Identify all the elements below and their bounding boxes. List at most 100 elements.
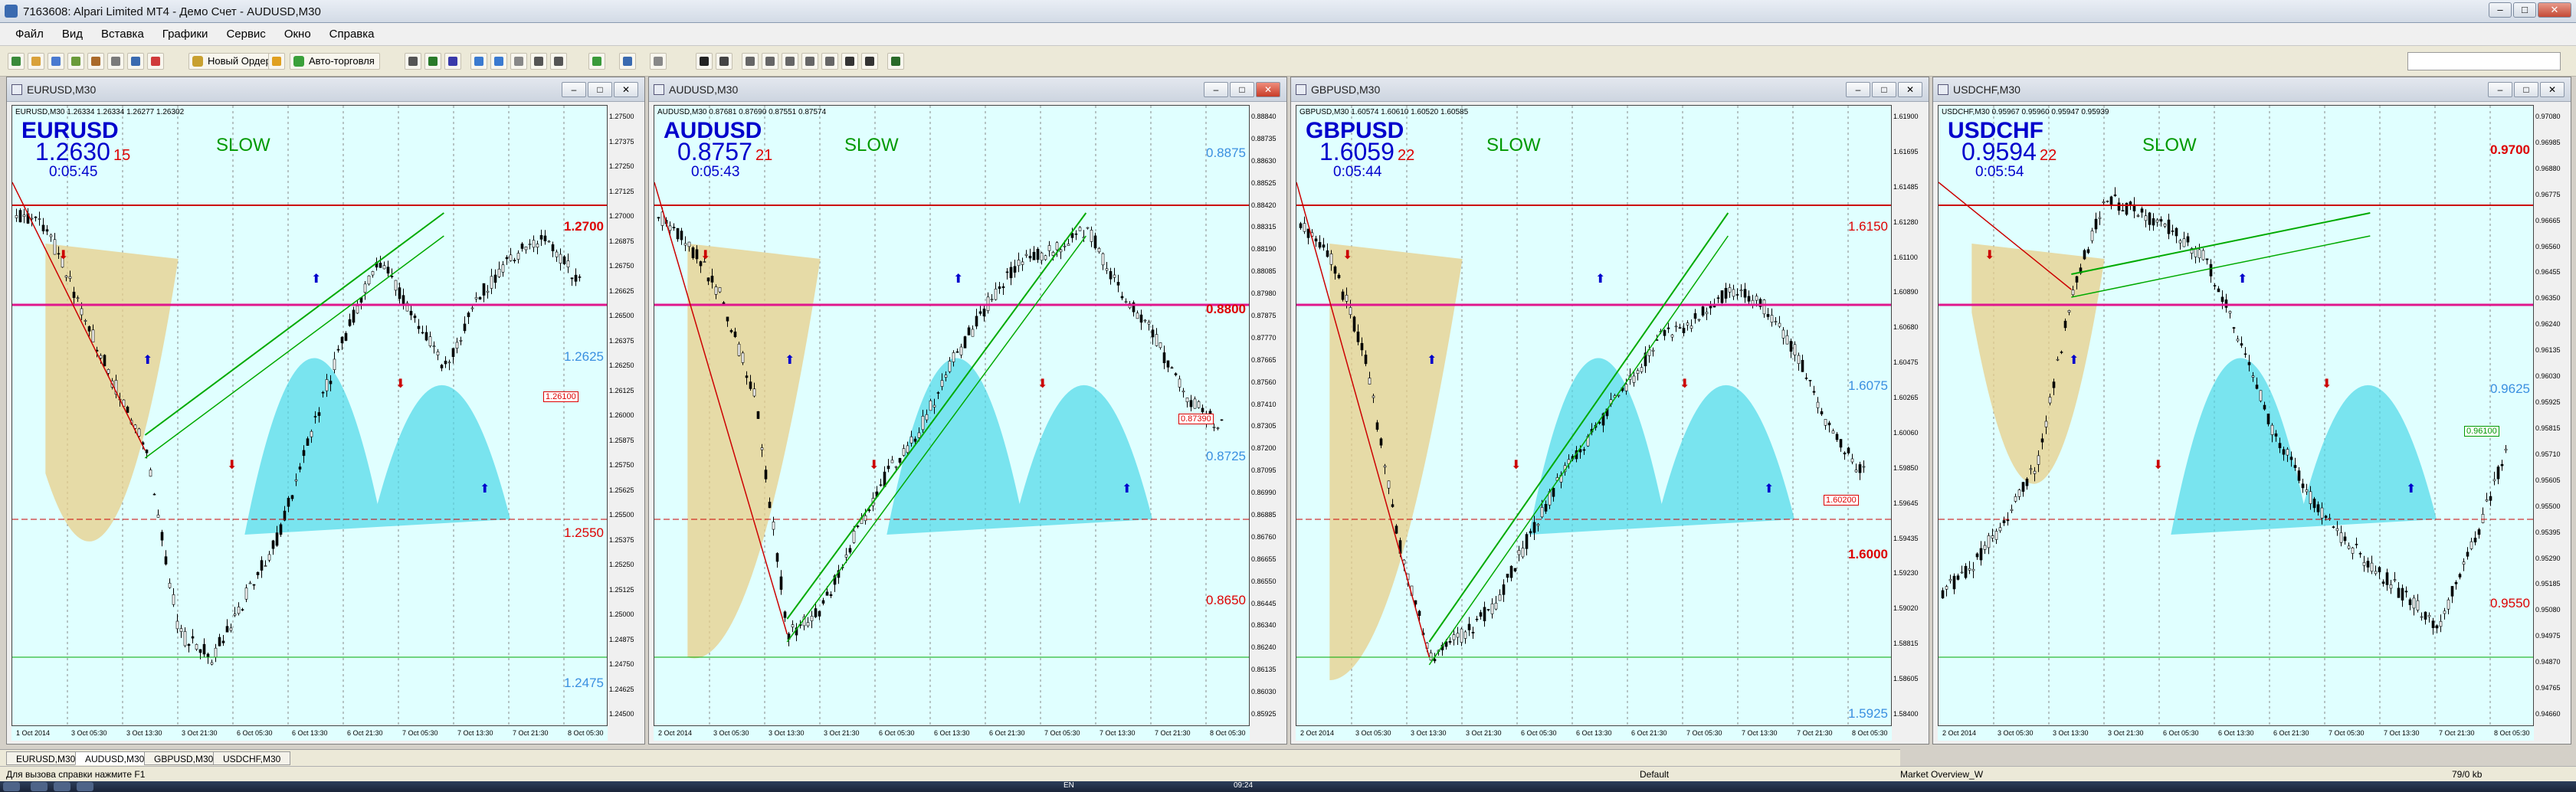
templates-icon[interactable] bbox=[650, 53, 667, 70]
candlestick bbox=[1375, 422, 1379, 430]
trendline-icon[interactable] bbox=[782, 53, 798, 70]
tab-audusd[interactable]: AUDUSD,M30 bbox=[75, 751, 155, 765]
maximize-button[interactable]: □ bbox=[588, 82, 612, 97]
candlestick bbox=[1101, 253, 1105, 266]
new-order-button[interactable]: Новый Ордер bbox=[188, 53, 277, 70]
tab-usdchf[interactable]: USDCHF,M30 bbox=[213, 751, 291, 765]
candlestick bbox=[1529, 531, 1532, 534]
close-button[interactable]: ✕ bbox=[614, 82, 638, 97]
menu-insert[interactable]: Вставка bbox=[92, 28, 153, 41]
maximize-button[interactable]: □ bbox=[2513, 2, 2536, 18]
zoom-in-icon[interactable] bbox=[470, 53, 487, 70]
fibonacci-icon[interactable] bbox=[821, 53, 838, 70]
candlestick bbox=[1624, 384, 1628, 391]
cursor-icon[interactable] bbox=[696, 53, 713, 70]
chart-shift-icon[interactable] bbox=[550, 53, 567, 70]
minimize-button[interactable]: – bbox=[2489, 2, 2512, 18]
chart-window-usdchf[interactable]: USDCHF,M30 – □ ✕ ⬇ ⬆ ⬇ ⬆ ⬇ ⬆ USDCHF,M30 0.959… bbox=[1932, 77, 2571, 745]
zoom-out-icon[interactable] bbox=[490, 53, 507, 70]
menu-file[interactable]: Файл bbox=[6, 28, 53, 41]
menu-tools[interactable]: Сервис bbox=[217, 28, 274, 41]
navigator-icon[interactable] bbox=[87, 53, 104, 70]
minimize-button[interactable]: – bbox=[1204, 82, 1228, 97]
indicators-icon[interactable] bbox=[588, 53, 605, 70]
search-input[interactable] bbox=[2407, 52, 2561, 70]
maximize-button[interactable]: □ bbox=[1872, 82, 1896, 97]
tile-windows-icon[interactable] bbox=[510, 53, 527, 70]
candlestick bbox=[1051, 252, 1055, 256]
profiles-icon[interactable] bbox=[28, 53, 44, 70]
taskbar-app[interactable] bbox=[77, 782, 93, 791]
close-button[interactable]: ✕ bbox=[2538, 2, 2571, 18]
price-tick: 0.94765 bbox=[2535, 684, 2561, 692]
candlestick bbox=[252, 584, 256, 586]
horizontal-line-icon[interactable] bbox=[762, 53, 778, 70]
time-axis: 1 Oct 2014 3 Oct 05:30 3 Oct 13:30 3 Oct 21… bbox=[11, 725, 608, 741]
menu-help[interactable]: Справка bbox=[320, 28, 384, 41]
candlestick bbox=[306, 438, 310, 446]
start-button[interactable] bbox=[3, 782, 20, 791]
chart-plot-area[interactable]: ⬇ ⬆ ⬇ ⬆ ⬇ ⬆ GBPUSD,M30 1.60574 1.60610 1.6052… bbox=[1296, 105, 1892, 741]
crosshair-icon[interactable] bbox=[716, 53, 732, 70]
chart-plot-area[interactable]: ⬇ ⬆ ⬇ ⬆ ⬇ ⬆ USDCHF,M30 0.95967 0.95960 0.9594… bbox=[1938, 105, 2534, 741]
close-button[interactable]: ✕ bbox=[1256, 82, 1280, 97]
candlestick bbox=[1536, 524, 1540, 526]
equidistant-channel-icon[interactable] bbox=[801, 53, 818, 70]
candlestick bbox=[2194, 249, 2197, 257]
candlestick bbox=[963, 336, 967, 349]
level-label: 0.8650 bbox=[1206, 593, 1246, 607]
price-tick: 0.95395 bbox=[2535, 528, 2561, 536]
candlestick bbox=[1093, 235, 1097, 249]
text-icon[interactable] bbox=[841, 53, 858, 70]
spread-value: 15 bbox=[113, 147, 131, 164]
tab-eurusd[interactable]: EURUSD,M30 bbox=[6, 751, 86, 765]
candlestick bbox=[1303, 223, 1306, 232]
tab-gbpusd[interactable]: GBPUSD,M30 bbox=[144, 751, 224, 765]
maximize-button[interactable]: □ bbox=[1230, 82, 1254, 97]
minimize-button[interactable]: – bbox=[562, 82, 586, 97]
chart-window-audusd[interactable]: AUDUSD,M30 – □ ✕ ⬇ ⬆ ⬇ ⬆ ⬇ ⬆ AUDUSD,M30 0.876… bbox=[648, 77, 1287, 745]
terminal-icon[interactable] bbox=[107, 53, 124, 70]
level-label: 1.5925 bbox=[1848, 706, 1888, 721]
chart-plot-area[interactable]: ⬇ ⬆ ⬇ ⬆ ⬇ ⬆ EURUSD,M30 1.26334 1.26334 1.2627… bbox=[11, 105, 608, 741]
candlestick bbox=[1502, 584, 1506, 595]
taskbar-app[interactable] bbox=[54, 782, 70, 791]
bar-chart-icon[interactable] bbox=[405, 53, 421, 70]
candlestick bbox=[344, 332, 348, 341]
candlestick bbox=[1994, 531, 1998, 540]
market-watch-icon[interactable] bbox=[48, 53, 64, 70]
vertical-line-icon[interactable] bbox=[742, 53, 759, 70]
chart-plot-area[interactable]: ⬇ ⬆ ⬇ ⬆ ⬇ ⬆ AUDUSD,M30 0.87681 0.87690 0.8755… bbox=[654, 105, 1250, 741]
candlestick bbox=[2466, 551, 2469, 557]
history-icon[interactable] bbox=[147, 53, 164, 70]
menu-charts[interactable]: Графики bbox=[153, 28, 218, 41]
metaeditor-icon[interactable] bbox=[268, 53, 285, 70]
menu-view[interactable]: Вид bbox=[53, 28, 92, 41]
price-tick: 0.96985 bbox=[2535, 138, 2561, 146]
periods-icon[interactable] bbox=[619, 53, 636, 70]
chart-window-eurusd[interactable]: EURUSD,M30 – □ ✕ ⬇ ⬆ ⬇ ⬆ ⬇ ⬆ EURUSD,M30 1.263… bbox=[6, 77, 645, 745]
menu-window[interactable]: Окно bbox=[275, 28, 320, 41]
auto-scroll-icon[interactable] bbox=[530, 53, 547, 70]
candlestick bbox=[2320, 507, 2324, 519]
strategy-tester-icon[interactable] bbox=[127, 53, 144, 70]
new-chart-icon[interactable] bbox=[8, 53, 25, 70]
time-tick: 3 Oct 05:30 bbox=[713, 729, 749, 737]
line-chart-icon[interactable] bbox=[444, 53, 461, 70]
autotrading-button[interactable]: Авто-торговля bbox=[290, 53, 380, 70]
taskbar: EN 09:24 bbox=[0, 781, 2576, 792]
language-indicator[interactable]: EN bbox=[1064, 781, 1074, 790]
arrows-icon[interactable] bbox=[887, 53, 904, 70]
close-button[interactable]: ✕ bbox=[2540, 82, 2565, 97]
chart-window-gbpusd[interactable]: GBPUSD,M30 – □ ✕ ⬇ ⬆ ⬇ ⬆ ⬇ ⬆ GBPUSD,M30 1.605… bbox=[1290, 77, 1929, 745]
candlestick bbox=[168, 582, 172, 588]
maximize-button[interactable]: □ bbox=[2514, 82, 2538, 97]
data-window-icon[interactable] bbox=[67, 53, 84, 70]
minimize-button[interactable]: – bbox=[1846, 82, 1870, 97]
close-button[interactable]: ✕ bbox=[1898, 82, 1922, 97]
minimize-button[interactable]: – bbox=[2488, 82, 2512, 97]
candlestick-icon[interactable] bbox=[424, 53, 441, 70]
candlestick bbox=[287, 498, 290, 507]
text-label-icon[interactable] bbox=[861, 53, 878, 70]
taskbar-app[interactable] bbox=[31, 782, 48, 791]
